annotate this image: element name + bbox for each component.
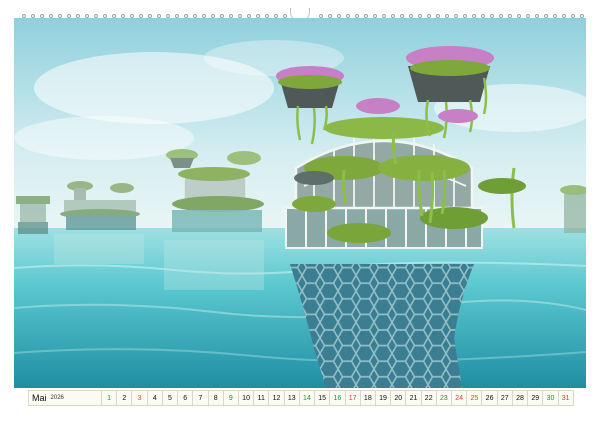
month-label: Mai 2026: [28, 390, 102, 406]
distant-tower: [16, 196, 50, 234]
day-cell: 27: [496, 390, 513, 406]
day-number: 9: [228, 394, 233, 402]
day-number: 12: [272, 394, 281, 402]
day-cell: 8: [207, 390, 224, 406]
day-number: 15: [318, 394, 327, 402]
day-cell: 26: [481, 390, 498, 406]
day-cell: 9: [222, 390, 239, 406]
day-number: 20: [394, 394, 403, 402]
day-cell: 28: [511, 390, 529, 406]
day-number: 31: [561, 394, 570, 402]
day-number: 4: [152, 394, 157, 402]
day-cell: 1: [101, 390, 118, 406]
year-label: 2026: [50, 395, 64, 401]
day-number: 25: [470, 394, 479, 402]
day-cell: 6: [177, 390, 194, 406]
day-cell: 21: [405, 390, 422, 406]
day-number: 6: [183, 394, 188, 402]
day-cell: 3: [131, 390, 148, 406]
day-cell: 25: [466, 390, 483, 406]
day-cell: 29: [527, 390, 544, 406]
day-cell: 13: [283, 390, 300, 406]
day-cell: 16: [329, 390, 346, 406]
day-number: 10: [242, 394, 250, 402]
day-number: 22: [424, 394, 433, 402]
day-cell: 30: [542, 390, 559, 406]
day-number: 3: [137, 394, 142, 402]
day-number: 23: [440, 394, 448, 402]
day-cell: 11: [253, 390, 270, 406]
day-number: 11: [257, 394, 265, 402]
day-number: 7: [198, 394, 203, 402]
day-cell: 24: [451, 390, 468, 406]
day-number: 14: [303, 394, 311, 402]
day-cell: 20: [390, 390, 407, 406]
day-cell: 18: [359, 390, 376, 406]
day-number: 1: [107, 394, 112, 402]
day-number: 21: [409, 394, 418, 402]
day-cell: 22: [420, 390, 437, 406]
day-number: 29: [531, 394, 540, 402]
day-number: 5: [168, 394, 172, 402]
day-cell: 19: [374, 390, 392, 406]
day-cell: 2: [116, 390, 133, 406]
calendar-footer: [0, 408, 600, 432]
day-number: 16: [333, 394, 342, 402]
day-cell: 31: [557, 390, 574, 406]
day-number: 19: [379, 394, 387, 402]
day-cell: 5: [161, 390, 179, 406]
day-number: 8: [213, 394, 218, 402]
day-cell: 17: [344, 390, 361, 406]
day-cell: 7: [192, 390, 209, 406]
day-number: 17: [348, 394, 357, 402]
day-cell: 15: [314, 390, 331, 406]
day-number: 13: [287, 394, 296, 402]
calendar-grid: Mai 2026 1 2 3 4 5 6 7 8 9 10 11 12 13 14 15 16 17 18 19 20…: [28, 390, 574, 406]
day-number: 18: [363, 394, 372, 402]
day-cell: 4: [146, 390, 163, 406]
day-number: 2: [122, 394, 127, 402]
day-cell: 14: [298, 390, 316, 406]
day-cells: 1 2 3 4 5 6 7 8 9 10 11 12 13 14 15 16 17 18 19 20 21 22 23 24 2…: [101, 390, 574, 406]
day-number: 28: [516, 394, 524, 402]
day-number: 30: [546, 394, 555, 402]
day-number: 26: [485, 394, 494, 402]
day-cell: 12: [268, 390, 285, 406]
calendar-photo: [14, 18, 586, 388]
day-number: 24: [455, 394, 464, 402]
month-name: Mai: [32, 393, 47, 403]
day-cell: 10: [237, 390, 255, 406]
day-number: 27: [500, 394, 509, 402]
day-cell: 23: [435, 390, 453, 406]
floating-garden-towers-image: [14, 18, 586, 388]
